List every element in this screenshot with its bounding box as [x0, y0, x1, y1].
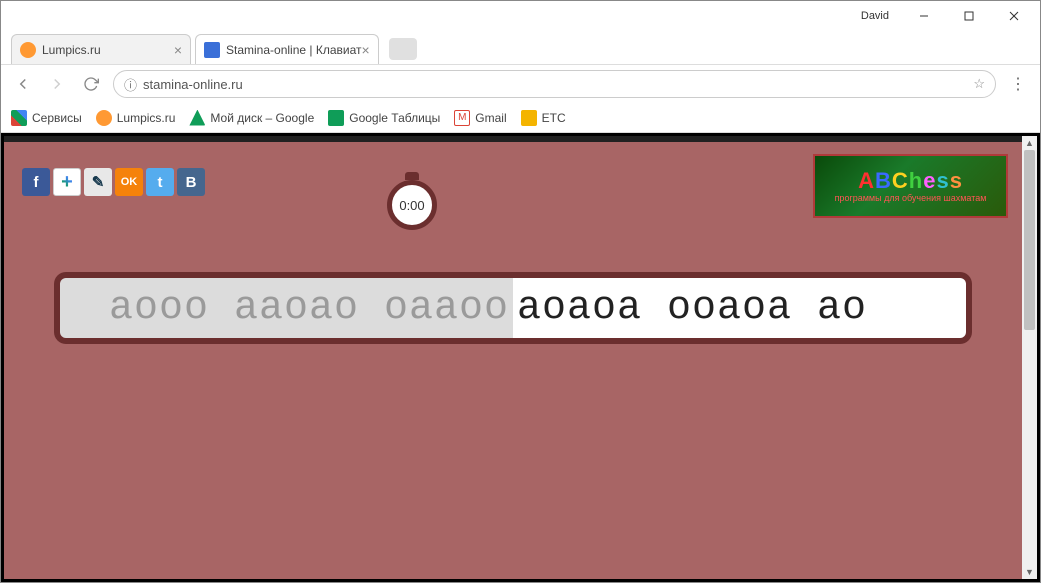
new-tab-button[interactable] — [389, 38, 417, 60]
share-livejournal[interactable]: ✎ — [84, 168, 112, 196]
close-tab-icon[interactable]: × — [361, 42, 369, 58]
bookmark-lumpics[interactable]: Lumpics.ru — [96, 110, 176, 126]
scroll-down-icon[interactable]: ▼ — [1022, 565, 1037, 579]
apps-shortcut[interactable]: Сервисы — [11, 110, 82, 126]
tab-title: Lumpics.ru — [42, 43, 101, 57]
typing-area[interactable]: аооо ааоао оааоо аоаоа ооаоа ао — [54, 272, 972, 344]
bookmark-label: Сервисы — [32, 111, 82, 125]
odnoklassniki-icon: OK — [121, 176, 138, 188]
close-button[interactable] — [991, 2, 1036, 30]
scrollbar-thumb[interactable] — [1024, 150, 1035, 330]
bookmark-icon — [189, 110, 205, 126]
ad-title: ABChess — [858, 168, 963, 194]
tab-stamina[interactable]: Stamina-online | Клавиат × — [195, 34, 379, 64]
bookmark-icon — [521, 110, 537, 126]
favicon-icon — [204, 42, 220, 58]
twitter-icon: t — [158, 174, 163, 191]
tab-title: Stamina-online | Клавиат — [226, 43, 361, 57]
bookmark-label: Lumpics.ru — [117, 111, 176, 125]
ad-banner[interactable]: ABChess программы для обучения шахматам — [813, 154, 1008, 218]
tab-lumpics[interactable]: Lumpics.ru × — [11, 34, 191, 64]
pending-text: аоаоа ооаоа ао — [513, 278, 966, 338]
vertical-scrollbar[interactable]: ▲ ▼ — [1022, 136, 1037, 579]
vkontakte-icon: B — [186, 174, 197, 191]
favicon-icon — [20, 42, 36, 58]
bookmark-label: Gmail — [475, 111, 506, 125]
profile-label[interactable]: David — [857, 9, 893, 23]
window-titlebar: David — [1, 1, 1040, 31]
reload-button[interactable] — [79, 72, 103, 96]
stopwatch-crown-icon — [405, 172, 419, 180]
bookmark-icon — [328, 110, 344, 126]
maximize-button[interactable] — [946, 2, 991, 30]
site-info-icon[interactable]: ⓘ — [124, 75, 137, 94]
url-text: stamina-online.ru — [143, 77, 973, 92]
content-area: f + ✎ OK t B 0:00 ABChess программы для … — [1, 133, 1040, 582]
bookmark-label: ETC — [542, 111, 566, 125]
timer-value: 0:00 — [399, 198, 424, 213]
tab-strip: Lumpics.ru × Stamina-online | Клавиат × — [1, 31, 1040, 65]
bookmarks-bar: Сервисы Lumpics.ru Мой диск – Google Goo… — [1, 103, 1040, 133]
share-vkontakte[interactable]: B — [177, 168, 205, 196]
bookmark-icon: M — [454, 110, 470, 126]
address-bar: ⓘ stamina-online.ru ☆ ⋮ — [1, 65, 1040, 103]
stopwatch: 0:00 — [384, 172, 440, 228]
forward-button[interactable] — [45, 72, 69, 96]
share-odnoklassniki[interactable]: OK — [115, 168, 143, 196]
share-google-plus[interactable]: + — [53, 168, 81, 196]
bookmark-icon — [96, 110, 112, 126]
typing-inner: аооо ааоао оааоо аоаоа ооаоа ао — [60, 278, 966, 338]
bookmark-sheets[interactable]: Google Таблицы — [328, 110, 440, 126]
browser-window: David Lumpics.ru × Stamina-online | Клав… — [0, 0, 1041, 583]
typed-text: аооо ааоао оааоо — [60, 278, 513, 338]
scroll-up-icon[interactable]: ▲ — [1022, 136, 1037, 150]
share-twitter[interactable]: t — [146, 168, 174, 196]
social-share-bar: f + ✎ OK t B — [22, 168, 205, 196]
facebook-icon: f — [34, 174, 39, 191]
minimize-button[interactable] — [901, 2, 946, 30]
back-button[interactable] — [11, 72, 35, 96]
ad-subtitle: программы для обучения шахматам — [835, 194, 987, 204]
bookmark-label: Мой диск – Google — [210, 111, 314, 125]
omnibox[interactable]: ⓘ stamina-online.ru ☆ — [113, 70, 996, 98]
menu-button[interactable]: ⋮ — [1006, 72, 1030, 96]
bookmark-gmail[interactable]: M Gmail — [454, 110, 506, 126]
bookmark-drive[interactable]: Мой диск – Google — [189, 110, 314, 126]
stopwatch-face: 0:00 — [387, 180, 437, 230]
google-plus-icon: + — [61, 171, 73, 194]
bookmark-etc[interactable]: ETC — [521, 110, 566, 126]
close-tab-icon[interactable]: × — [174, 42, 182, 58]
bookmark-label: Google Таблицы — [349, 111, 440, 125]
page-viewport: f + ✎ OK t B 0:00 ABChess программы для … — [4, 136, 1022, 579]
apps-icon — [11, 110, 27, 126]
bookmark-star-icon[interactable]: ☆ — [973, 76, 985, 92]
livejournal-icon: ✎ — [92, 173, 105, 191]
share-facebook[interactable]: f — [22, 168, 50, 196]
